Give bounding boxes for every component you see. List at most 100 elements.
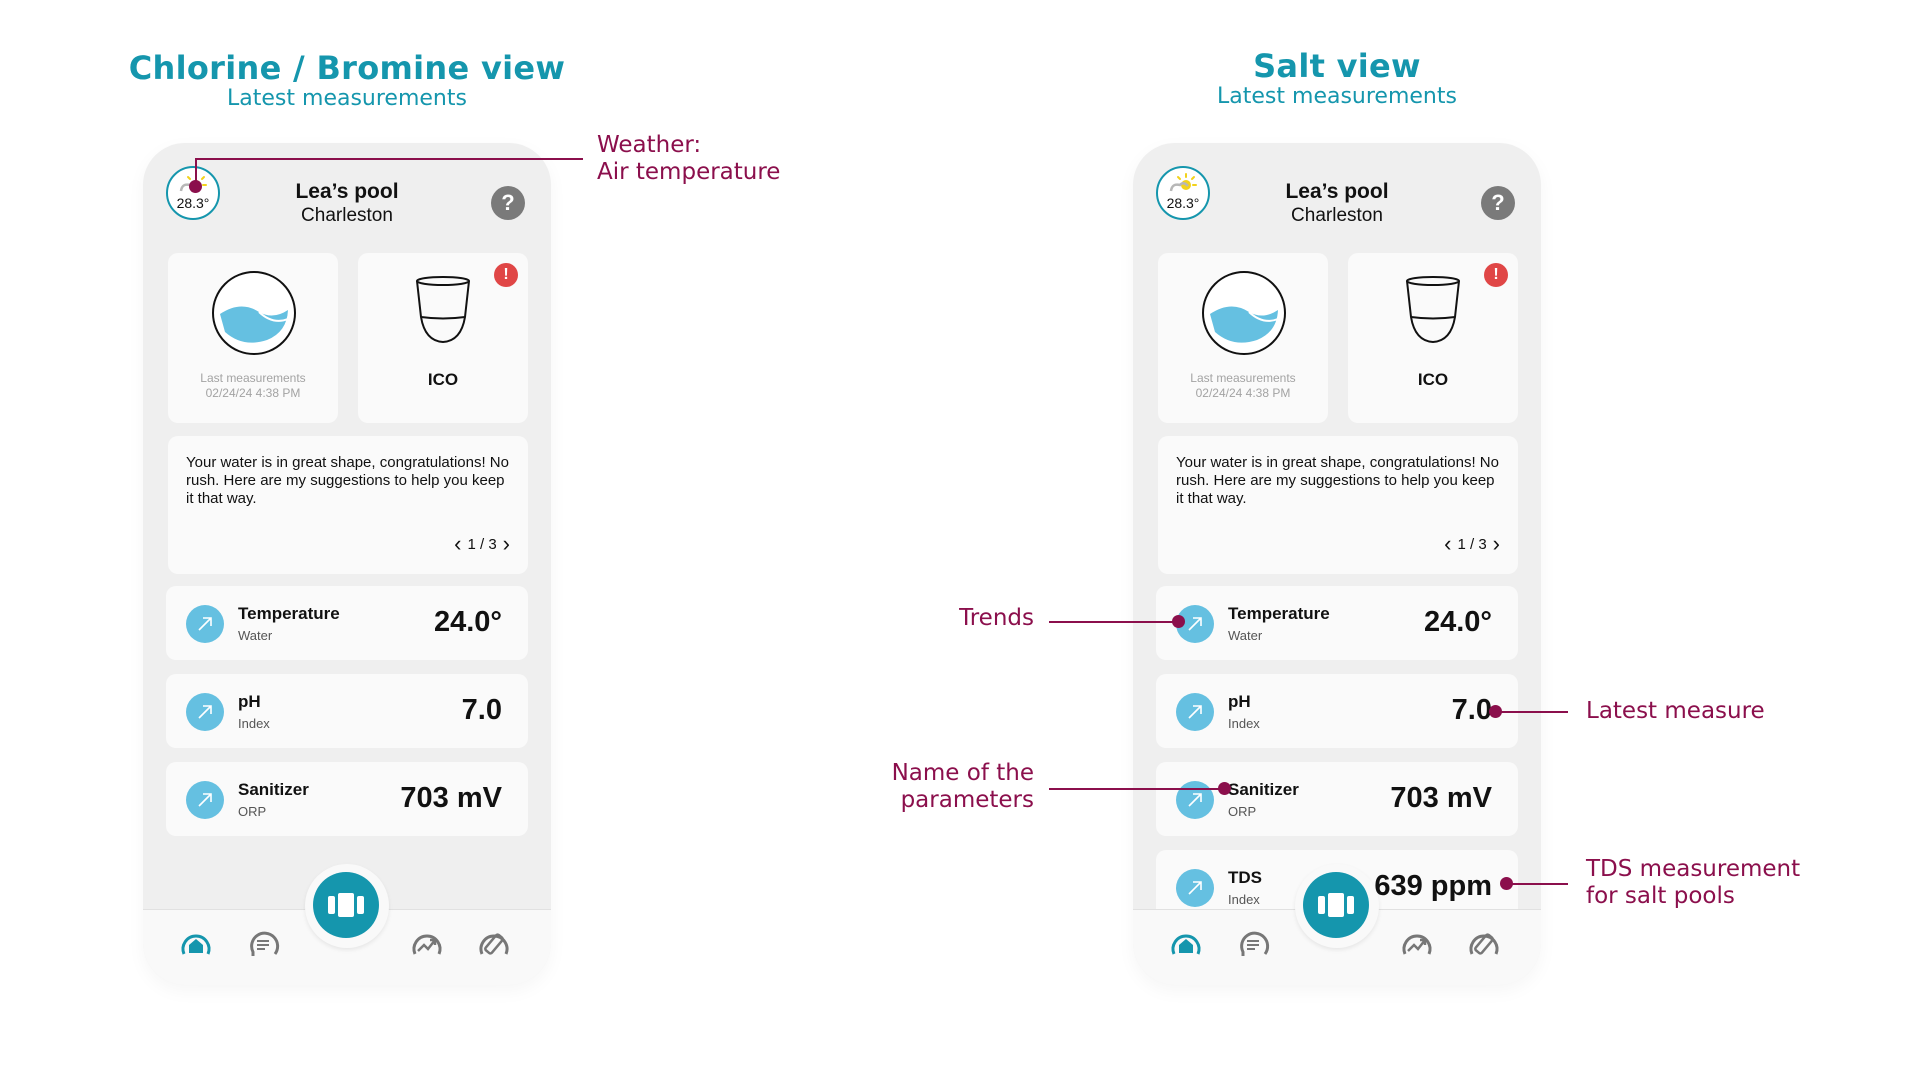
param-name: Sanitizer [238, 780, 309, 799]
suggestion-text: Your water is in great shape, congratula… [1176, 454, 1499, 507]
param-sub: ORP [238, 804, 267, 819]
home-icon[interactable] [178, 926, 214, 962]
alert-icon: ! [1484, 263, 1508, 287]
param-row-ph[interactable]: pH Index 7.0 [166, 674, 528, 748]
pool-water-icon [212, 271, 296, 355]
param-sub: Index [238, 716, 270, 731]
trend-up-icon[interactable] [1176, 693, 1214, 731]
param-name: Temperature [238, 604, 340, 623]
param-value: 24.0° [1423, 606, 1492, 638]
help-button[interactable]: ? [1481, 186, 1515, 220]
latest-measure-annotation-connector [1496, 711, 1568, 713]
view-subtitle-text: Latest measurements [1217, 84, 1457, 109]
trend-up-icon[interactable] [186, 781, 224, 819]
param-row-temperature[interactable]: Temperature Water 24.0° [166, 586, 528, 660]
suggestion-text: Your water is in great shape, congratula… [186, 454, 509, 507]
next-suggestion-button[interactable]: › [1493, 533, 1500, 555]
page-indicator: 1 / 3 [1457, 535, 1487, 553]
param-value: 639 ppm [1374, 870, 1492, 902]
trend-up-icon[interactable] [1176, 869, 1214, 907]
param-value: 703 mV [400, 782, 502, 814]
view-title-text: Salt view [1253, 47, 1421, 85]
latest-measure-annotation: Latest measure [1586, 698, 1765, 724]
param-value: 7.0 [461, 694, 502, 726]
trends-icon[interactable] [409, 926, 445, 962]
param-row-temperature[interactable]: Temperature Water 24.0° [1156, 586, 1518, 660]
chlorine-view-title: Chlorine / Bromine view Latest measureme… [127, 50, 567, 112]
measure-button[interactable] [1303, 872, 1369, 938]
param-sub: Water [1228, 628, 1263, 643]
next-suggestion-button[interactable]: › [503, 533, 510, 555]
param-name: pH [1228, 692, 1251, 711]
alert-icon: ! [494, 263, 518, 287]
status-card[interactable]: Last measurements 02/24/24 4:38 PM [168, 253, 338, 423]
suggestion-card: Your water is in great shape, congratula… [1158, 436, 1518, 574]
param-row-sanitizer[interactable]: Sanitizer ORP 703 mV [166, 762, 528, 836]
pool-city: Charleston [301, 205, 393, 226]
param-name: Temperature [1228, 604, 1330, 623]
suggestion-pager: ‹ 1 / 3 › [454, 533, 510, 555]
param-value: 703 mV [1390, 782, 1492, 814]
help-button[interactable]: ? [491, 186, 525, 220]
measure-icon [1318, 893, 1354, 917]
prev-suggestion-button[interactable]: ‹ [1444, 533, 1451, 555]
param-name: Sanitizer [1228, 780, 1299, 799]
chat-icon[interactable] [245, 926, 281, 962]
param-row-sanitizer[interactable]: Sanitizer ORP 703 mV [1156, 762, 1518, 836]
device-card[interactable]: ! ICO [358, 253, 528, 423]
last-measurements-label: Last measurements [200, 371, 306, 385]
param-value: 7.0 [1451, 694, 1492, 726]
suggestion-card: Your water is in great shape, congratula… [168, 436, 528, 574]
param-row-ph[interactable]: pH Index 7.0 [1156, 674, 1518, 748]
bottom-nav [143, 864, 551, 985]
tds-annotation: TDS measurement for salt pools [1586, 856, 1801, 909]
trends-annotation: Trends [959, 605, 1034, 631]
pool-water-icon [1202, 271, 1286, 355]
param-name-annotation-connector [1049, 788, 1225, 790]
device-label: ICO [1417, 370, 1449, 389]
last-measurements-label: Last measurements [1190, 371, 1296, 385]
device-label: ICO [427, 370, 459, 389]
param-name: pH [238, 692, 261, 711]
trends-annotation-dot [1172, 615, 1185, 628]
pool-city: Charleston [1291, 205, 1383, 226]
chat-icon[interactable] [1235, 926, 1271, 962]
suggestion-pager: ‹ 1 / 3 › [1444, 533, 1500, 555]
trends-icon[interactable] [1399, 926, 1435, 962]
phone-salt: 28.3° Lea’s pool Charleston ? Last measu… [1133, 143, 1541, 985]
pool-name: Lea’s pool [295, 180, 399, 203]
salt-view-title: Salt view Latest measurements [1117, 48, 1557, 110]
param-sub: Index [1228, 892, 1260, 907]
weather-annotation-connector [195, 158, 583, 160]
measure-button[interactable] [313, 872, 379, 938]
ico-device-icon [1406, 276, 1460, 344]
last-measurements-timestamp: 02/24/24 4:38 PM [1195, 386, 1291, 400]
measure-icon [328, 893, 364, 917]
device-card[interactable]: ! ICO [1348, 253, 1518, 423]
param-name-annotation-dot [1218, 782, 1231, 795]
view-title-text: Chlorine / Bromine view [128, 49, 566, 87]
device-remote-icon[interactable] [476, 926, 512, 962]
phone-chlorine: 28.3° Lea’s pool Charleston ? Last measu… [143, 143, 551, 985]
param-sub: Index [1228, 716, 1260, 731]
weather-annotation: Weather: Air temperature [597, 132, 781, 185]
trend-up-icon[interactable] [1176, 781, 1214, 819]
status-card[interactable]: Last measurements 02/24/24 4:38 PM [1158, 253, 1328, 423]
param-sub: Water [238, 628, 273, 643]
bottom-nav [1133, 864, 1541, 985]
trends-annotation-connector [1049, 621, 1179, 623]
param-value: 24.0° [433, 606, 502, 638]
trend-up-icon[interactable] [186, 605, 224, 643]
device-remote-icon[interactable] [1466, 926, 1502, 962]
prev-suggestion-button[interactable]: ‹ [454, 533, 461, 555]
trend-up-icon[interactable] [186, 693, 224, 731]
pool-name: Lea’s pool [1285, 180, 1389, 203]
param-sub: ORP [1228, 804, 1257, 819]
weather-annotation-dot [189, 180, 202, 193]
view-subtitle-text: Latest measurements [227, 86, 467, 111]
ico-device-icon [416, 276, 470, 344]
home-icon[interactable] [1168, 926, 1204, 962]
page-indicator: 1 / 3 [467, 535, 497, 553]
app-header: 28.3° Lea’s pool Charleston ? [1133, 143, 1541, 243]
tds-annotation-connector [1506, 883, 1568, 885]
